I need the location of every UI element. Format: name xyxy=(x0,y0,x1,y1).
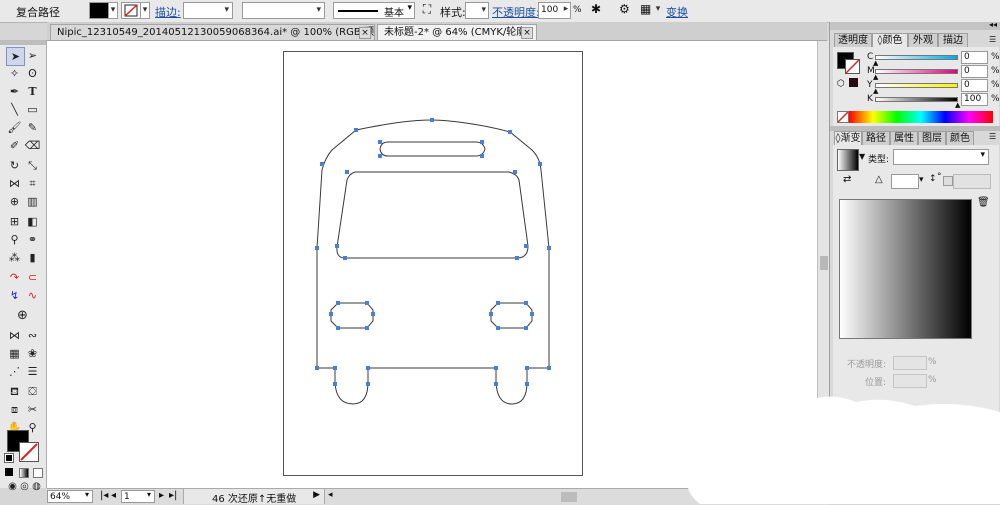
yellow-value-field[interactable]: 0 xyxy=(961,79,988,92)
tab-layers[interactable]: 图层 xyxy=(918,131,946,145)
chevron-down-icon[interactable]: ▾ xyxy=(147,490,151,499)
gradient-slider-preview[interactable] xyxy=(839,199,972,339)
scroll-left-icon[interactable]: ◂ xyxy=(328,490,333,500)
next-artboard-icon[interactable]: ▸ xyxy=(159,490,164,501)
location-unit: % xyxy=(928,375,937,385)
yellow-slider[interactable] xyxy=(875,83,958,88)
horizontal-scrollbar-thumb[interactable] xyxy=(561,492,577,502)
aspect-ratio-field-toggle[interactable] xyxy=(943,176,953,186)
overlay-patch xyxy=(677,396,1000,504)
panel-menu-icon[interactable]: ☰ xyxy=(989,132,996,141)
angle-icon: △ xyxy=(875,174,883,185)
tab-appearance[interactable]: 外观 xyxy=(908,33,938,47)
collapse-panels-icon[interactable]: ◂◂ xyxy=(989,20,997,29)
panel-menu-icon[interactable]: ☰ xyxy=(989,35,996,44)
yellow-slider-handle-icon[interactable]: ▲ xyxy=(873,87,878,95)
status-info[interactable]: 46 次还原↑无重做 ▶ xyxy=(183,489,325,505)
panel-dock-header[interactable]: ◂◂ xyxy=(830,20,1000,30)
bus-windshield-path[interactable] xyxy=(336,171,529,259)
stop-location-field[interactable] xyxy=(893,374,927,388)
tab-attributes[interactable]: 属性 xyxy=(890,131,918,145)
aspect-ratio-icon[interactable]: ↕ xyxy=(929,174,937,184)
undo-status-text: 46 次还原↑无重做 xyxy=(212,494,297,505)
gradient-panel: ▼ 类型: ▾ ⇄ △ ▾ ↕ ° 🗑 不透明度: % 位置: % xyxy=(833,145,999,419)
angle-dropdown-icon[interactable]: ▾ xyxy=(919,175,924,185)
location-label: 位置: xyxy=(865,378,887,388)
last-artboard-icon[interactable]: ▸| xyxy=(169,490,177,501)
out-of-gamut-icon[interactable]: ⬡ xyxy=(837,79,845,89)
none-color-swatch[interactable] xyxy=(837,111,849,123)
yellow-label: Y xyxy=(867,80,873,90)
tab-pathfinder[interactable]: 路径 xyxy=(862,131,890,145)
gamut-color-swatch[interactable] xyxy=(849,78,858,87)
previous-artboard-icon[interactable]: ◂ xyxy=(111,490,116,501)
stop-opacity-field[interactable] xyxy=(893,356,927,370)
gradient-preview-swatch[interactable] xyxy=(837,149,859,171)
color-spectrum-bar[interactable] xyxy=(849,111,993,123)
first-artboard-icon[interactable]: |◂ xyxy=(100,490,108,501)
stroke-color-swatch[interactable] xyxy=(845,59,860,74)
bus-body-path[interactable] xyxy=(316,119,550,405)
opacity-label: 不透明度: xyxy=(847,360,887,370)
magenta-slider[interactable] xyxy=(875,69,958,74)
status-menu-arrow-icon: ▶ xyxy=(313,490,320,500)
bus-roof-sign-path[interactable] xyxy=(379,141,486,157)
tab-label: 颜色 xyxy=(882,35,903,46)
black-value-field[interactable]: 100 xyxy=(961,93,988,106)
magenta-slider-handle-icon[interactable]: ▲ xyxy=(873,73,878,81)
cyan-value-field[interactable]: 0 xyxy=(961,51,988,64)
degree-symbol: ° xyxy=(937,172,942,182)
gradient-angle-field[interactable] xyxy=(891,174,919,189)
reverse-gradient-icon[interactable]: ⇄ xyxy=(843,174,851,185)
black-slider[interactable] xyxy=(875,97,958,102)
chevron-down-icon[interactable]: ▾ xyxy=(85,490,89,499)
magenta-value-field[interactable]: 0 xyxy=(961,65,988,78)
no-stroke-icon xyxy=(845,59,860,74)
opacity-unit: % xyxy=(928,357,937,367)
chevron-down-icon: ▾ xyxy=(980,150,985,160)
tab-transparency[interactable]: 透明度 xyxy=(834,33,872,47)
black-label: K xyxy=(867,94,873,104)
gradient-type-dropdown[interactable]: ▾ xyxy=(893,149,989,165)
scrollbar-thumb[interactable] xyxy=(820,256,828,270)
aspect-ratio-field[interactable] xyxy=(953,174,991,189)
bus-left-headlight-path[interactable] xyxy=(330,302,374,329)
bus-right-headlight-path[interactable] xyxy=(490,302,533,329)
gradient-presets-arrow-icon[interactable]: ▼ xyxy=(859,152,865,161)
tab-label: 渐变 xyxy=(840,133,861,144)
gradient-type-label: 类型: xyxy=(868,155,890,165)
color-panel: ⬡ C ▲ 0 % M ▲ 0 % Y ▲ 0 % K ▲ 100 % xyxy=(833,47,1000,129)
tab-color[interactable]: ◊颜色 xyxy=(872,33,908,47)
cyan-slider[interactable] xyxy=(875,55,958,60)
tab-stroke[interactable]: 描边 xyxy=(938,33,968,47)
delete-stop-icon[interactable]: 🗑 xyxy=(977,197,990,208)
black-slider-handle-icon[interactable]: ▲ xyxy=(955,101,960,109)
tab-color-2[interactable]: 颜色 xyxy=(946,131,974,145)
anchor-points xyxy=(315,118,551,386)
no-color-icon xyxy=(837,111,849,123)
tab-gradient[interactable]: ◊渐变 xyxy=(834,131,862,145)
